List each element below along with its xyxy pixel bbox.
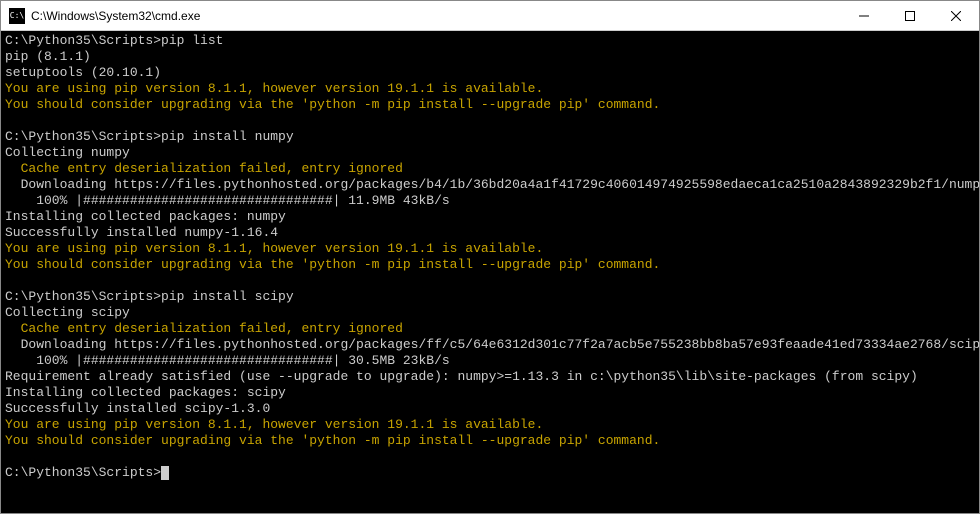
prompt: C:\Python35\Scripts> xyxy=(5,289,161,304)
terminal-line: You are using pip version 8.1.1, however… xyxy=(5,81,975,97)
terminal-line xyxy=(5,273,975,289)
minimize-icon xyxy=(859,11,869,21)
command-text: pip list xyxy=(161,33,223,48)
maximize-button[interactable] xyxy=(887,1,933,30)
terminal-line: Cache entry deserialization failed, entr… xyxy=(5,161,975,177)
command-text: pip install scipy xyxy=(161,289,294,304)
window-title: C:\Windows\System32\cmd.exe xyxy=(31,9,841,23)
terminal-line: C:\Python35\Scripts>pip install scipy xyxy=(5,289,975,305)
terminal-line: Requirement already satisfied (use --upg… xyxy=(5,369,975,385)
terminal-line: 100% |################################| … xyxy=(5,193,975,209)
terminal-line xyxy=(5,113,975,129)
terminal-line: pip (8.1.1) xyxy=(5,49,975,65)
prompt: C:\Python35\Scripts> xyxy=(5,129,161,144)
close-button[interactable] xyxy=(933,1,979,30)
terminal-line: Installing collected packages: numpy xyxy=(5,209,975,225)
terminal-line: You are using pip version 8.1.1, however… xyxy=(5,417,975,433)
maximize-icon xyxy=(905,11,915,21)
terminal-line: You should consider upgrading via the 'p… xyxy=(5,433,975,449)
terminal-line: Collecting scipy xyxy=(5,305,975,321)
terminal-line: Downloading https://files.pythonhosted.o… xyxy=(5,337,975,353)
terminal-line xyxy=(5,449,975,465)
cmd-window: C:\ C:\Windows\System32\cmd.exe C:\Pytho… xyxy=(0,0,980,514)
titlebar[interactable]: C:\ C:\Windows\System32\cmd.exe xyxy=(1,1,979,31)
prompt: C:\Python35\Scripts> xyxy=(5,33,161,48)
terminal-line: setuptools (20.10.1) xyxy=(5,65,975,81)
close-icon xyxy=(951,11,961,21)
terminal-line: Successfully installed scipy-1.3.0 xyxy=(5,401,975,417)
cursor xyxy=(161,466,169,480)
terminal-line: Successfully installed numpy-1.16.4 xyxy=(5,225,975,241)
terminal-line: Installing collected packages: scipy xyxy=(5,385,975,401)
terminal-line: C:\Python35\Scripts>pip install numpy xyxy=(5,129,975,145)
terminal-line: Collecting numpy xyxy=(5,145,975,161)
terminal-line: You should consider upgrading via the 'p… xyxy=(5,97,975,113)
minimize-button[interactable] xyxy=(841,1,887,30)
terminal-line: You should consider upgrading via the 'p… xyxy=(5,257,975,273)
terminal-line: 100% |################################| … xyxy=(5,353,975,369)
terminal-line: C:\Python35\Scripts> xyxy=(5,465,975,481)
cmd-icon: C:\ xyxy=(9,8,25,24)
terminal-line: C:\Python35\Scripts>pip list xyxy=(5,33,975,49)
terminal-line: Downloading https://files.pythonhosted.o… xyxy=(5,177,975,193)
window-controls xyxy=(841,1,979,30)
prompt: C:\Python35\Scripts> xyxy=(5,465,161,480)
terminal-output[interactable]: C:\Python35\Scripts>pip listpip (8.1.1)s… xyxy=(1,31,979,513)
terminal-line: Cache entry deserialization failed, entr… xyxy=(5,321,975,337)
command-text: pip install numpy xyxy=(161,129,294,144)
terminal-line: You are using pip version 8.1.1, however… xyxy=(5,241,975,257)
